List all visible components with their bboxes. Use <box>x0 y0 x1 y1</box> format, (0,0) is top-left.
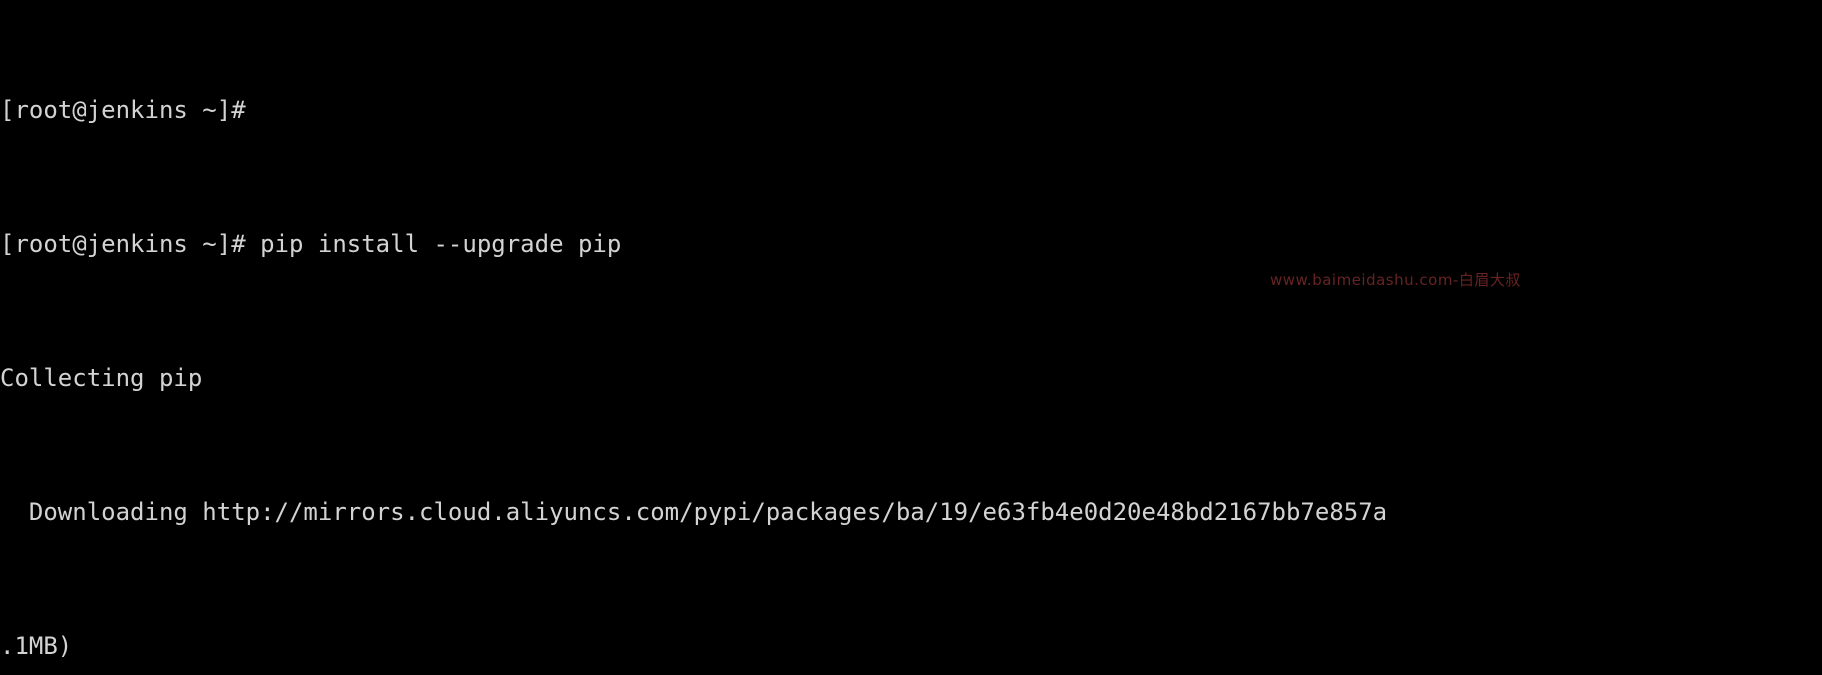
terminal-window[interactable]: [root@jenkins ~]# [root@jenkins ~]# pip … <box>0 0 1822 675</box>
terminal-line-url-wrap: .1MB) <box>0 631 73 660</box>
terminal-line-downloading-url: Downloading http://mirrors.cloud.aliyunc… <box>0 497 1388 526</box>
terminal-screen: [root@jenkins ~]# [root@jenkins ~]# pip … <box>0 0 1822 675</box>
terminal-line-collecting: Collecting pip <box>0 363 203 392</box>
terminal-line-command: [root@jenkins ~]# pip install --upgrade … <box>0 229 622 258</box>
terminal-line-prompt-empty: [root@jenkins ~]# <box>0 95 246 124</box>
